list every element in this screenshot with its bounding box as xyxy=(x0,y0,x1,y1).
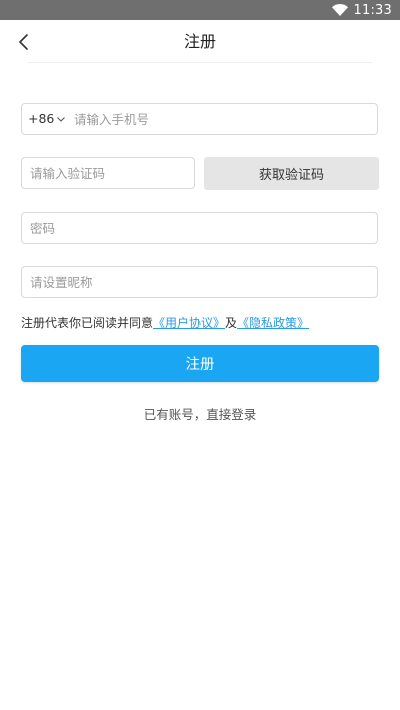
phone-field: +86 xyxy=(21,103,378,135)
user-agreement-link[interactable]: 《用户协议》 xyxy=(153,316,225,330)
password-field xyxy=(21,212,378,244)
chevron-down-icon xyxy=(57,116,66,122)
verification-code-field xyxy=(21,157,195,189)
nav-divider xyxy=(28,62,372,63)
phone-input[interactable] xyxy=(66,104,377,134)
wifi-icon xyxy=(331,4,348,16)
nav-bar: 注册 xyxy=(0,20,400,64)
get-code-button[interactable]: 获取验证码 xyxy=(204,157,379,190)
chevron-left-icon xyxy=(17,34,31,50)
nickname-input[interactable] xyxy=(22,267,377,297)
status-time: 11:33 xyxy=(353,2,392,18)
status-right: 11:33 xyxy=(331,0,392,20)
page-title: 注册 xyxy=(183,32,216,51)
privacy-policy-link[interactable]: 《隐私政策》 xyxy=(237,316,309,330)
country-code-selector[interactable]: +86 xyxy=(28,104,66,134)
agreement-text: 注册代表你已阅读并同意《用户协议》及《隐私政策》 xyxy=(21,314,381,332)
status-bar: 11:33 xyxy=(0,0,400,20)
back-button[interactable] xyxy=(8,26,40,58)
verification-code-input[interactable] xyxy=(22,158,194,188)
country-code-value: +86 xyxy=(28,111,55,126)
register-button[interactable]: 注册 xyxy=(21,345,379,382)
agreement-and: 及 xyxy=(225,316,238,330)
agreement-prefix: 注册代表你已阅读并同意 xyxy=(21,316,154,330)
password-input[interactable] xyxy=(22,213,377,243)
nickname-field xyxy=(21,266,378,298)
login-link[interactable]: 已有账号，直接登录 xyxy=(0,405,400,425)
